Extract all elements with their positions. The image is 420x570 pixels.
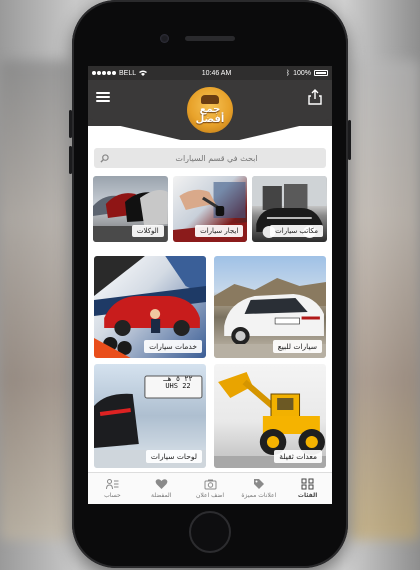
tab-add-ad[interactable]: اضف اعلان: [186, 473, 235, 504]
grid-icon: [301, 478, 314, 490]
tab-label: المفضلة: [151, 492, 172, 499]
tab-featured-ads[interactable]: اعلانات مميزة: [234, 473, 283, 504]
status-time: 10:46 AM: [201, 69, 232, 77]
wifi-icon: [139, 70, 148, 76]
phone-frame: BELL 10:46 AM ᛒ 100% جمع أفضل ابحث في قس…: [69, 0, 351, 568]
front-camera: [160, 34, 169, 43]
logo-car-icon: [201, 95, 219, 104]
camera-icon: [204, 479, 217, 490]
category-label: الوكلات: [131, 225, 164, 237]
category-tile-cars-for-sale[interactable]: سيارات للبيع: [214, 256, 326, 358]
category-label: سيارات للبيع: [272, 340, 322, 353]
speaker-grille: [185, 36, 235, 41]
background-blur-left: [0, 60, 70, 540]
home-button[interactable]: [189, 511, 231, 553]
category-tile-heavy-equipment[interactable]: معدات ثقيلة: [214, 364, 326, 468]
app-header: جمع أفضل: [88, 80, 332, 140]
category-label: ايجار سيارات: [195, 225, 244, 237]
category-tile-car-rental[interactable]: ايجار سيارات: [172, 176, 248, 242]
category-tile-car-offices[interactable]: مكاتب سيارات: [252, 176, 327, 242]
tab-label: حساب: [104, 492, 121, 499]
tab-favorites[interactable]: المفضلة: [137, 473, 186, 504]
plate-line-latin: 22 UHS: [165, 382, 191, 391]
power-button: [348, 120, 351, 160]
tab-categories[interactable]: الفئات: [283, 473, 332, 504]
plate-text: ٢٢ ٥ هـ 22 UHS: [152, 375, 204, 391]
tab-label: اعلانات مميزة: [241, 492, 277, 499]
search-bar[interactable]: [94, 148, 326, 168]
volume-button: [69, 110, 72, 138]
background-blur-right: [350, 60, 420, 540]
signal-dots-icon: [92, 71, 116, 75]
hamburger-menu-icon[interactable]: [96, 92, 110, 102]
bluetooth-icon: ᛒ: [285, 69, 291, 77]
tag-icon: [254, 479, 265, 489]
category-label: خدمات سيارات: [144, 340, 202, 353]
search-input[interactable]: [113, 148, 320, 168]
battery-icon: [314, 70, 328, 76]
volume-button: [69, 146, 72, 174]
tab-bar: الفئات اعلانات مميزة اضف اعلان المفضلة ح…: [88, 472, 332, 504]
app-logo: جمع أفضل: [185, 85, 235, 135]
tab-account[interactable]: حساب: [88, 473, 137, 504]
category-label: لوحات سيارات: [145, 450, 202, 463]
category-label: مكاتب سيارات: [270, 225, 323, 237]
logo-text: جمع أفضل: [195, 104, 225, 125]
heart-icon: [155, 479, 168, 489]
battery-percent: 100%: [293, 69, 311, 77]
tab-label: اضف اعلان: [195, 492, 225, 499]
status-bar: BELL 10:46 AM ᛒ 100%: [88, 66, 332, 80]
category-tile-dealers[interactable]: الوكلات: [92, 176, 168, 242]
app-screen: BELL 10:46 AM ᛒ 100% جمع أفضل ابحث في قس…: [88, 66, 332, 504]
category-tile-license-plates[interactable]: ٢٢ ٥ هـ 22 UHS لوحات سيارات: [94, 364, 206, 468]
category-label: معدات ثقيلة: [274, 450, 322, 463]
category-tile-car-services[interactable]: خدمات سيارات: [94, 256, 206, 358]
tab-label: الفئات: [297, 492, 318, 499]
search-icon: [100, 153, 109, 163]
carrier-name: BELL: [119, 69, 137, 77]
account-icon: [105, 479, 119, 490]
share-icon[interactable]: [308, 89, 322, 105]
